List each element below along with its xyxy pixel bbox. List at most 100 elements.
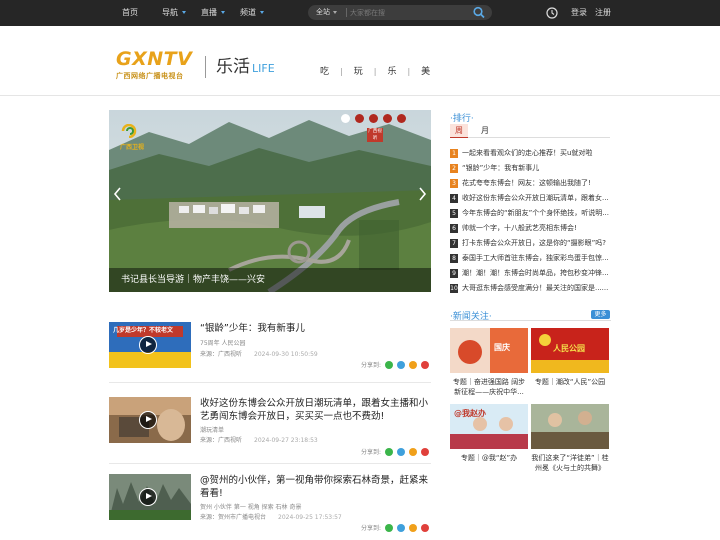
search-scope-select[interactable]: 全站 [316, 5, 337, 20]
search-scope-label: 全站 [316, 8, 330, 16]
carousel-dot[interactable] [341, 114, 350, 123]
play-icon[interactable] [139, 336, 157, 354]
tab-month[interactable]: 月 [476, 124, 494, 138]
qq-icon[interactable] [397, 523, 405, 532]
article-thumbnail[interactable]: 几岁是少年？不较老文 [109, 322, 191, 368]
share-bar: 分享到: [361, 447, 429, 456]
focus-card-image-text: 国庆 [494, 343, 510, 352]
rank-title: 一起来看看观众们的走心推荐！买u就对啦 [462, 149, 593, 157]
rank-number: 3 [450, 178, 458, 188]
category-separator: | [407, 67, 411, 76]
focus-card-image: 人民公园 [531, 328, 609, 373]
ranking-item[interactable]: 1 一起来看看观众们的走心推荐！买u就对啦 [450, 148, 612, 162]
nav-guide[interactable]: 导航 [162, 0, 186, 26]
header-divider [205, 56, 206, 78]
rank-number: 9 [450, 268, 458, 278]
article-title[interactable]: 收好这份东博会公众开放日潮玩清单，跟着女主播和小艺勇闯东博会开放日，买买买一点也… [200, 397, 428, 423]
category-play[interactable]: 玩 [354, 64, 363, 77]
brand-cn: 乐活 [216, 57, 250, 77]
nav-channel-label: 频道 [240, 8, 256, 17]
site-header: GXNTV 广西网络广播电视台 乐活 LIFE 吃 | 玩 | 乐 | 美 [0, 26, 720, 96]
hero-carousel[interactable]: 广西卫视 广西视听 书记县长当导游｜物产丰饶——兴安 [109, 110, 431, 292]
search-input[interactable] [350, 6, 470, 19]
thumb-text: 几岁是少年？不较老文 [113, 327, 174, 334]
section-brand: 乐活 LIFE [216, 56, 275, 80]
nav-live[interactable]: 直播 [201, 0, 225, 26]
top-bar: 首页 导航 直播 频道 全站 登录 注册 [0, 0, 720, 26]
tab-week[interactable]: 周 [450, 124, 468, 138]
carousel-dot[interactable] [355, 114, 364, 123]
register-link[interactable]: 注册 [595, 0, 611, 26]
carousel-dot[interactable] [369, 114, 378, 123]
focus-divider [450, 320, 611, 321]
ranking-tabs: 周 月 [450, 124, 610, 138]
rank-number: 1 [450, 148, 458, 158]
ranking-item[interactable]: 5 今年东博会的“新朋友”个个身怀绝技，听说明... [450, 208, 612, 222]
channel-logo-icon [121, 124, 137, 138]
article-meta: 来源：广西视听 2024-09-27 23:18:53 [200, 435, 318, 444]
ranking-item[interactable]: 8 泰国手工大师首驻东博会，独家彩鸟蛋手包惊... [450, 253, 612, 267]
play-icon[interactable] [139, 411, 157, 429]
hero-caption[interactable]: 书记县长当导游｜物产丰饶——兴安 [109, 268, 431, 292]
focus-card-caption: 专题｜奋进强国路 阔步新征程——庆祝中华... [452, 378, 526, 396]
weibo-icon[interactable] [421, 447, 429, 456]
ranking-item[interactable]: 6 帅就一个字，十八般武艺亮相东博会! [450, 223, 612, 237]
focus-card-image [531, 404, 609, 449]
qzone-icon[interactable] [409, 523, 417, 532]
chevron-right-icon[interactable] [418, 186, 427, 202]
qzone-icon[interactable] [409, 447, 417, 456]
search-icon[interactable] [472, 6, 486, 19]
ranking-item[interactable]: 4 收好这份东博会公众开放日潮玩清单，跟着女... [450, 193, 612, 207]
chevron-left-icon[interactable] [113, 186, 122, 202]
share-label: 分享到: [360, 449, 381, 456]
article-title[interactable]: “银龄”少年：我有新事儿 [200, 322, 428, 335]
focus-card-caption: 专题｜潮改“人民”公园 [534, 378, 606, 386]
article-thumbnail[interactable] [109, 474, 191, 520]
more-button[interactable]: 更多 [591, 310, 610, 319]
focus-card-graphic [450, 328, 528, 373]
channel-badge: 广西卫视 [120, 144, 145, 151]
carousel-dot[interactable] [397, 114, 406, 123]
nav-guide-label: 导航 [162, 8, 178, 17]
category-fun[interactable]: 乐 [387, 64, 396, 77]
history-clock-icon[interactable] [546, 7, 558, 19]
article-thumbnail[interactable] [109, 397, 191, 443]
ranking-item[interactable]: 7 打卡东博会公众开放日，这是你的“摄影眼”吗? [450, 238, 612, 252]
rank-title: 花式夸夸东博会！网友：这顿输出我随了! [462, 179, 591, 187]
focus-card-caption: 我们这来了“洋徒弟”｜桂州冕《火与土的共舞》 [531, 454, 609, 472]
share-label: 分享到: [360, 362, 381, 369]
ranking-item[interactable]: 2 “银龄”少年：我有新事儿 [450, 163, 612, 177]
site-logo[interactable]: GXNTV 广西网络广播电视台 [116, 50, 192, 81]
nav-channel[interactable]: 频道 [240, 0, 264, 26]
wechat-icon[interactable] [385, 447, 393, 456]
search-box: 全站 [308, 5, 492, 20]
wechat-icon[interactable] [385, 360, 393, 369]
category-nav: 吃 | 玩 | 乐 | 美 [320, 64, 430, 77]
rank-number: 8 [450, 253, 458, 263]
nav-home[interactable]: 首页 [122, 0, 138, 26]
play-icon[interactable] [139, 488, 157, 506]
rank-number: 4 [450, 193, 458, 203]
wechat-icon[interactable] [385, 523, 393, 532]
category-beauty[interactable]: 美 [421, 64, 430, 77]
rank-number: 10 [450, 283, 458, 293]
article-source: 来源：广西视听 [200, 437, 243, 444]
category-separator: | [340, 67, 343, 76]
ranking-item[interactable]: 9 潮！潮！潮！东博会时尚单品，挎包秒变冲锋... [450, 268, 612, 282]
rank-title: “银龄”少年：我有新事儿 [462, 164, 540, 172]
article-title[interactable]: @贺州的小伙伴，第一视角带你探索石林奇景，赶紧来看看! [200, 474, 428, 500]
qq-icon[interactable] [397, 447, 405, 456]
category-eat[interactable]: 吃 [320, 64, 329, 77]
login-link[interactable]: 登录 [571, 0, 587, 26]
qzone-icon[interactable] [409, 360, 417, 369]
qq-icon[interactable] [397, 360, 405, 369]
weibo-icon[interactable] [421, 523, 429, 532]
focus-card-image: @我赵办 [450, 404, 528, 449]
ranking-item[interactable]: 10 大哥逛东博会感受度满分！最关注的国家是...... [450, 283, 612, 297]
ranking-item[interactable]: 3 花式夸夸东博会！网友：这顿输出我随了! [450, 178, 612, 192]
article-meta: 来源：贺州市广播电视台 2024-09-25 17:53:57 [200, 512, 342, 521]
weibo-icon[interactable] [421, 360, 429, 369]
search-divider [346, 8, 347, 17]
carousel-dot[interactable] [383, 114, 392, 123]
rank-title: 大哥逛东博会感受度满分！最关注的国家是...... [462, 284, 609, 292]
